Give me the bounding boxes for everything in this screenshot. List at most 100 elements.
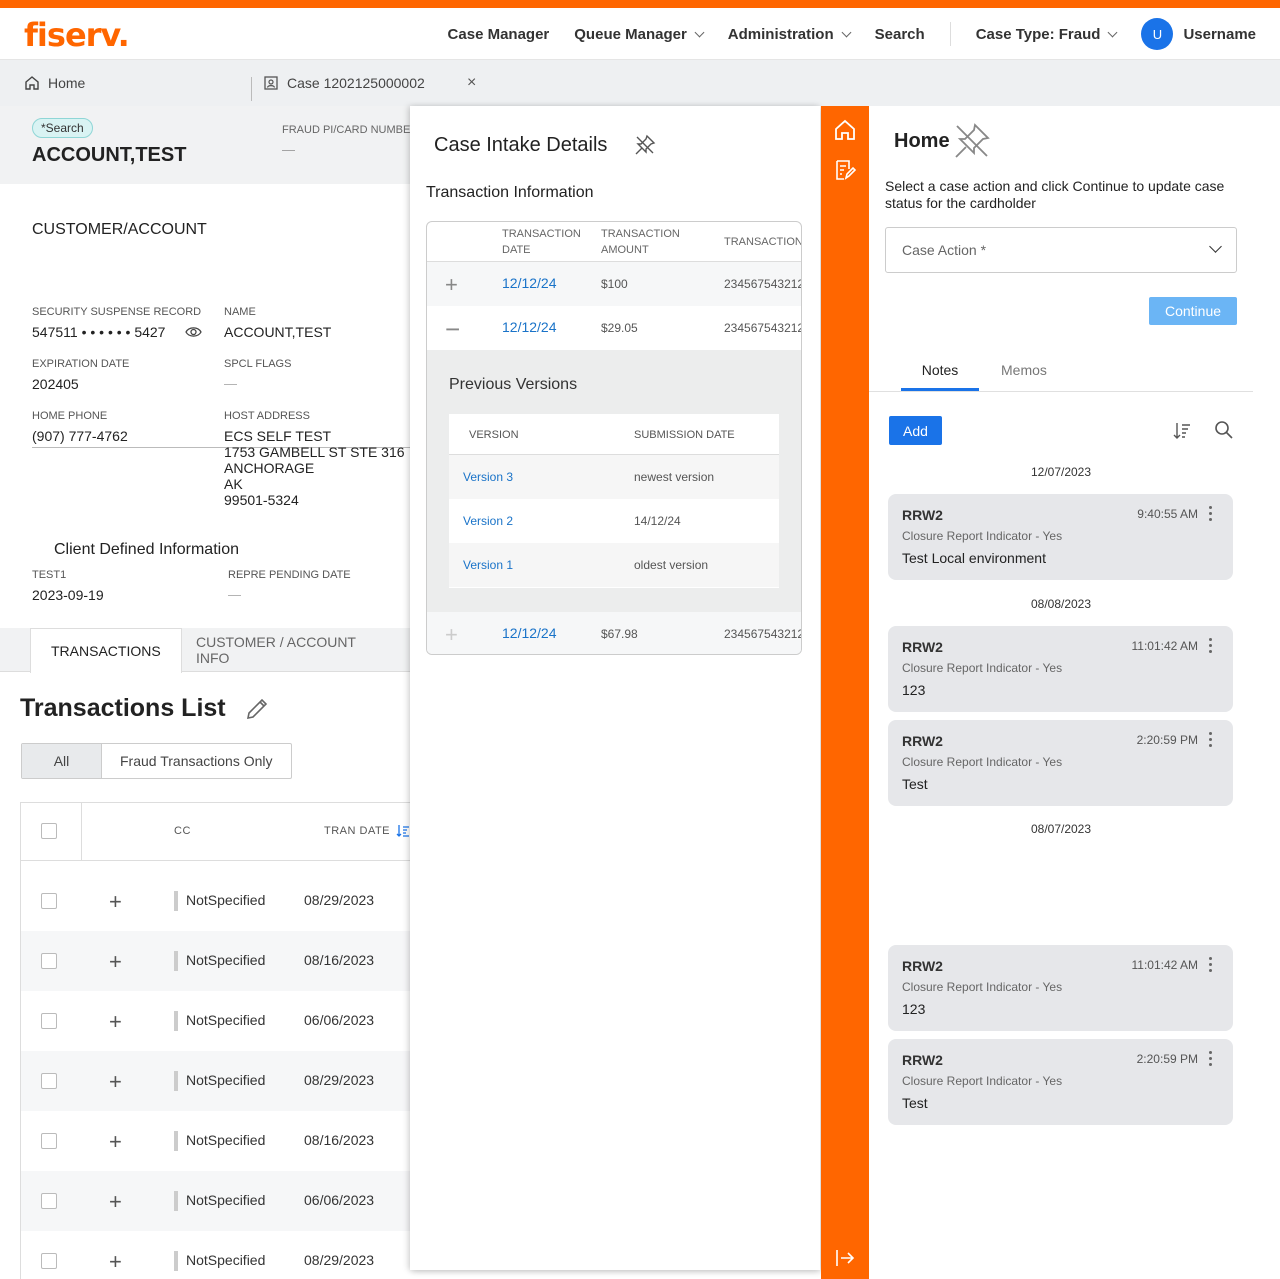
nav-case-manager[interactable]: Case Manager <box>448 26 550 43</box>
txn-row[interactable]: − 12/12/24 $29.05 234567543212 <box>427 306 802 350</box>
note-card[interactable]: RRW2 9:40:55 AM Closure Report Indicator… <box>888 494 1233 580</box>
add-note-button[interactable]: Add <box>889 416 942 445</box>
expand-row-icon[interactable]: + <box>109 1009 122 1035</box>
close-tab-icon[interactable]: × <box>467 74 476 92</box>
table-row[interactable]: + NotSpecified 06/06/2023 <box>21 991 410 1051</box>
col-tran-date[interactable]: TRAN DATE <box>324 825 390 837</box>
row-checkbox[interactable] <box>41 1253 57 1269</box>
version-link[interactable]: Version 2 <box>463 514 513 528</box>
more-vertical-icon[interactable] <box>1209 732 1213 750</box>
cc-indicator <box>174 891 178 911</box>
search-badge[interactable]: *Search <box>32 118 93 138</box>
row-checkbox[interactable] <box>41 1013 57 1029</box>
nav-search[interactable]: Search <box>875 26 925 43</box>
sort-icon[interactable] <box>396 824 410 838</box>
row-checkbox[interactable] <box>41 1193 57 1209</box>
more-vertical-icon[interactable] <box>1209 1051 1213 1069</box>
txn-date-link[interactable]: 12/12/24 <box>502 275 557 291</box>
cc-indicator <box>174 1191 178 1211</box>
nav-queue-manager[interactable]: Queue Manager <box>574 26 705 43</box>
customer-account-title: CUSTOMER/ACCOUNT <box>32 221 207 238</box>
continue-button[interactable]: Continue <box>1149 297 1237 325</box>
txn-id: 234567543212 <box>724 321 802 335</box>
unpin-icon[interactable] <box>953 122 991 160</box>
note-card[interactable]: RRW2 2:20:59 PM Closure Report Indicator… <box>888 1039 1233 1125</box>
txn-date-link[interactable]: 12/12/24 <box>502 625 557 641</box>
txn-row[interactable]: + 12/12/24 $100 234567543212 <box>427 262 802 306</box>
host-address-line: 99501-5324 <box>224 492 299 508</box>
note-card[interactable]: RRW2 11:01:42 AM Closure Report Indicato… <box>888 626 1233 712</box>
expand-row-icon[interactable]: + <box>109 1249 122 1275</box>
expand-row-icon[interactable]: + <box>109 1069 122 1095</box>
nav-administration[interactable]: Administration <box>728 26 852 43</box>
txn-id: 234567543212 <box>724 277 802 291</box>
expand-row-icon[interactable]: + <box>109 1129 122 1155</box>
note-card[interactable]: RRW2 11:01:42 AM Closure Report Indicato… <box>888 945 1233 1031</box>
username[interactable]: Username <box>1183 26 1256 43</box>
tab-case[interactable]: Case 1202125000002 <box>263 60 425 106</box>
case-type-dropdown[interactable]: Case Type: Fraud <box>976 26 1118 43</box>
note-user: RRW2 <box>902 733 943 749</box>
note-time: 11:01:42 AM <box>1131 639 1199 653</box>
chevron-down-icon <box>694 27 705 37</box>
unpin-icon[interactable] <box>634 134 656 156</box>
more-vertical-icon[interactable] <box>1209 957 1213 975</box>
edit-notes-icon[interactable] <box>833 158 857 182</box>
row-checkbox[interactable] <box>41 1133 57 1149</box>
expand-row-icon[interactable]: + <box>109 949 122 975</box>
version-link[interactable]: Version 3 <box>463 470 513 484</box>
table-row[interactable]: + NotSpecified 08/29/2023 <box>21 1051 410 1111</box>
version-row[interactable]: Version 1 oldest version <box>449 543 779 587</box>
home-icon[interactable] <box>833 118 857 142</box>
name-value: ACCOUNT,TEST <box>224 324 332 340</box>
eye-icon[interactable] <box>185 325 202 339</box>
note-indicator: Closure Report Indicator - Yes <box>902 529 1063 543</box>
case-action-select[interactable]: Case Action * <box>885 227 1237 273</box>
table-row[interactable]: + NotSpecified 08/16/2023 <box>21 1111 410 1171</box>
tab-notes[interactable]: Notes <box>901 362 979 391</box>
cc-value: NotSpecified <box>186 1192 266 1208</box>
note-time: 9:40:55 AM <box>1137 507 1198 521</box>
home-phone-value: (907) 777-4762 <box>32 428 128 444</box>
table-row[interactable]: + NotSpecified 06/06/2023 <box>21 1171 410 1231</box>
select-all-checkbox[interactable] <box>41 823 57 839</box>
sort-icon[interactable] <box>1172 421 1192 441</box>
col-cc[interactable]: CC <box>174 825 191 837</box>
expand-row-icon[interactable]: + <box>109 1189 122 1215</box>
version-link[interactable]: Version 1 <box>463 558 513 572</box>
expand-icon[interactable]: + <box>445 272 458 298</box>
pencil-icon[interactable] <box>244 696 270 722</box>
tab-transactions[interactable]: TRANSACTIONS <box>30 628 182 673</box>
tab-customer-account-info[interactable]: CUSTOMER / ACCOUNT INFO <box>176 628 410 672</box>
notes-memos-tabs: Notes Memos <box>869 354 1253 392</box>
filter-all[interactable]: All <box>22 744 102 778</box>
more-vertical-icon[interactable] <box>1209 638 1213 656</box>
expand-icon[interactable]: + <box>445 622 458 648</box>
avatar[interactable]: U <box>1141 18 1174 50</box>
search-icon[interactable] <box>1214 420 1234 440</box>
tab-home[interactable]: Home <box>24 60 85 106</box>
table-row[interactable]: + NotSpecified 08/16/2023 <box>21 931 410 991</box>
row-checkbox[interactable] <box>41 1073 57 1089</box>
row-checkbox[interactable] <box>41 953 57 969</box>
collapse-icon[interactable]: − <box>445 314 460 345</box>
tab-memos[interactable]: Memos <box>1001 362 1047 378</box>
table-row[interactable]: + NotSpecified 08/29/2023 <box>21 1231 410 1279</box>
cc-indicator <box>174 1011 178 1031</box>
table-row[interactable]: + NotSpecified 08/29/2023 <box>21 871 410 931</box>
txn-date-link[interactable]: 12/12/24 <box>502 319 557 335</box>
collapse-panel-icon[interactable] <box>833 1246 857 1270</box>
version-row[interactable]: Version 3 newest version <box>449 455 779 499</box>
txn-row[interactable]: + 12/12/24 $67.98 234567543212 <box>427 612 801 654</box>
row-checkbox[interactable] <box>41 893 57 909</box>
version-row[interactable]: Version 2 14/12/24 <box>449 499 779 543</box>
note-card[interactable]: RRW2 2:20:59 PM Closure Report Indicator… <box>888 720 1233 806</box>
more-vertical-icon[interactable] <box>1209 506 1213 524</box>
expand-row-icon[interactable]: + <box>109 889 122 915</box>
fiserv-logo[interactable]: fiserv. <box>24 16 130 54</box>
note-indicator: Closure Report Indicator - Yes <box>902 1074 1063 1088</box>
previous-versions-title: Previous Versions <box>449 376 578 393</box>
filter-fraud-only[interactable]: Fraud Transactions Only <box>102 744 291 778</box>
note-indicator: Closure Report Indicator - Yes <box>902 980 1063 994</box>
note-text: Test <box>902 776 928 792</box>
